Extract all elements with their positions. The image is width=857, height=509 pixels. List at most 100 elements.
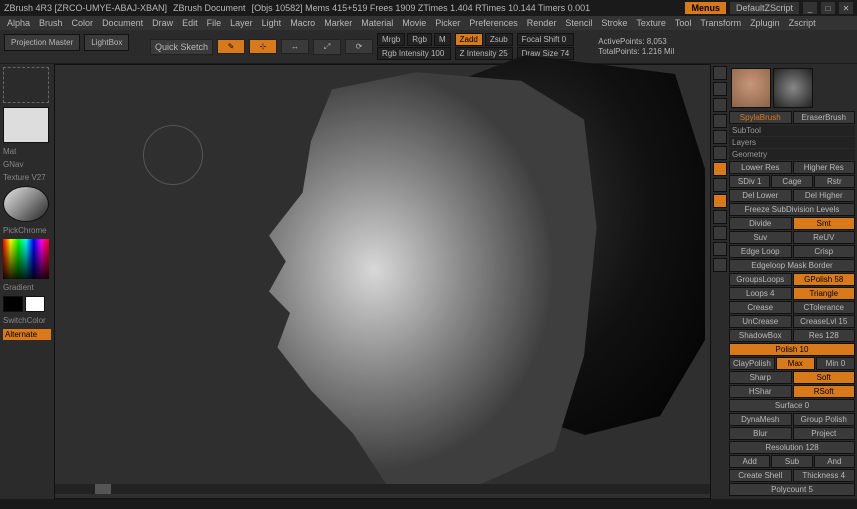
del-higher-button[interactable]: Del Higher (793, 189, 856, 202)
zadd-button[interactable]: Zadd (455, 33, 483, 46)
suv-button[interactable]: Suv (729, 231, 792, 244)
persp-icon[interactable] (713, 162, 727, 176)
divide-button[interactable]: Divide (729, 217, 792, 230)
maximize-icon[interactable]: □ (821, 2, 835, 14)
ctolerance-button[interactable]: CTolerance (793, 301, 856, 314)
dynamesh-button[interactable]: DynaMesh (729, 413, 792, 426)
color-picker[interactable] (3, 239, 49, 279)
menu-item[interactable]: Color (69, 18, 97, 28)
swatch-white[interactable] (25, 296, 45, 312)
project-button[interactable]: Project (793, 427, 856, 440)
max-button[interactable]: Max (776, 357, 815, 370)
edgeloop-mask-button[interactable]: Edgeloop Mask Border (729, 259, 855, 272)
menu-item[interactable]: Stroke (598, 18, 630, 28)
tool-icon[interactable] (713, 178, 727, 192)
alpha-slot[interactable] (3, 67, 49, 103)
lower-res-button[interactable]: Lower Res (729, 161, 792, 174)
edit-button[interactable]: ✎ (217, 39, 245, 54)
tool-icon[interactable] (713, 98, 727, 112)
rsoft-button[interactable]: RSoft (793, 385, 856, 398)
tool-icon[interactable] (713, 66, 727, 80)
mrgb-button[interactable]: Mrgb (377, 33, 405, 46)
tool-icon[interactable] (713, 210, 727, 224)
menu-item[interactable]: Stencil (562, 18, 595, 28)
z-intensity-slider[interactable]: Z Intensity 25 (455, 47, 513, 60)
menu-item[interactable]: Render (524, 18, 560, 28)
menu-item[interactable]: Tool (672, 18, 695, 28)
viewport[interactable] (54, 64, 711, 499)
scrollbar-thumb[interactable] (95, 484, 111, 494)
soft-button[interactable]: Soft (793, 371, 856, 384)
tool-icon[interactable] (713, 226, 727, 240)
rotate-button[interactable]: ⟳ (345, 39, 373, 54)
tool-icon[interactable] (713, 114, 727, 128)
add-button[interactable]: Add (729, 455, 770, 468)
m-button[interactable]: M (434, 33, 451, 46)
crisp-button[interactable]: Crisp (793, 245, 856, 258)
tool-thumb[interactable] (773, 68, 813, 108)
claypolish-button[interactable]: ClayPolish (729, 357, 775, 370)
projection-master-button[interactable]: Projection Master (4, 34, 80, 51)
grouppolish-button[interactable]: Group Polish (793, 413, 856, 426)
del-lower-button[interactable]: Del Lower (729, 189, 792, 202)
h-scrollbar[interactable] (55, 484, 710, 494)
smt-button[interactable]: Smt (793, 217, 856, 230)
zsub-button[interactable]: Zsub (485, 33, 513, 46)
cage-button[interactable]: Cage (771, 175, 812, 188)
menu-item[interactable]: Layer (227, 18, 256, 28)
defaultz-button[interactable]: DefaultZScript (730, 2, 799, 14)
focal-shift-slider[interactable]: Focal Shift 0 (517, 33, 575, 46)
uncrease-button[interactable]: UnCrease (729, 315, 792, 328)
surface-slider[interactable]: Surface 0 (729, 399, 855, 412)
menu-item[interactable]: Zplugin (747, 18, 783, 28)
creaselvl-slider[interactable]: CreaseLvl 15 (793, 315, 856, 328)
sdiv-slider[interactable]: SDiv 1 (729, 175, 770, 188)
menu-item[interactable]: Brush (36, 18, 66, 28)
menu-item[interactable]: Preferences (466, 18, 521, 28)
menu-item[interactable]: Picker (432, 18, 463, 28)
brush-spyla[interactable]: SpylaBrush (729, 111, 792, 124)
tool-icon[interactable] (713, 82, 727, 96)
thickness-slider[interactable]: Thickness 4 (793, 469, 856, 482)
swatch-black[interactable] (3, 296, 23, 312)
subtool-header[interactable]: SubTool (729, 125, 855, 136)
res-slider[interactable]: Res 128 (793, 329, 856, 342)
minimize-icon[interactable]: _ (803, 2, 817, 14)
close-icon[interactable]: ✕ (839, 2, 853, 14)
createshell-button[interactable]: Create Shell (729, 469, 792, 482)
resolution-slider[interactable]: Resolution 128 (729, 441, 855, 454)
draw-button[interactable]: ⊹ (249, 39, 277, 54)
hshar-button[interactable]: HShar (729, 385, 792, 398)
quicksketch-button[interactable]: Quick Sketch (150, 39, 213, 55)
menu-item[interactable]: Light (259, 18, 285, 28)
menu-item[interactable]: Transform (697, 18, 744, 28)
local-icon[interactable] (713, 194, 727, 208)
menu-item[interactable]: Draw (149, 18, 176, 28)
rgb-button[interactable]: Rgb (407, 33, 432, 46)
tool-icon[interactable] (713, 258, 727, 272)
triangle-button[interactable]: Triangle (793, 287, 856, 300)
nav-sphere[interactable] (143, 125, 203, 185)
sub-button[interactable]: Sub (771, 455, 812, 468)
menu-item[interactable]: Alpha (4, 18, 33, 28)
layers-header[interactable]: Layers (729, 137, 855, 148)
menu-item[interactable]: Edit (179, 18, 201, 28)
stroke-slot[interactable] (3, 107, 49, 143)
reuv-button[interactable]: ReUV (793, 231, 856, 244)
blur-button[interactable]: Blur (729, 427, 792, 440)
menu-item[interactable]: Document (99, 18, 146, 28)
shadowbox-button[interactable]: ShadowBox (729, 329, 792, 342)
groupsloops-button[interactable]: GroupsLoops (729, 273, 792, 286)
move-button[interactable]: ↔ (281, 39, 309, 54)
rstr-button[interactable]: Rstr (814, 175, 855, 188)
loops-slider[interactable]: Loops 4 (729, 287, 792, 300)
edgeloop-button[interactable]: Edge Loop (729, 245, 792, 258)
material-sphere[interactable] (3, 186, 49, 222)
higher-res-button[interactable]: Higher Res (793, 161, 856, 174)
switchcolor-label[interactable]: SwitchColor (3, 316, 51, 325)
gpolish-slider[interactable]: GPolish 58 (793, 273, 856, 286)
menu-item[interactable]: File (204, 18, 225, 28)
freeze-button[interactable]: Freeze SubDivision Levels (729, 203, 855, 216)
tool-icon[interactable] (713, 130, 727, 144)
lightbox-button[interactable]: LightBox (84, 34, 129, 51)
